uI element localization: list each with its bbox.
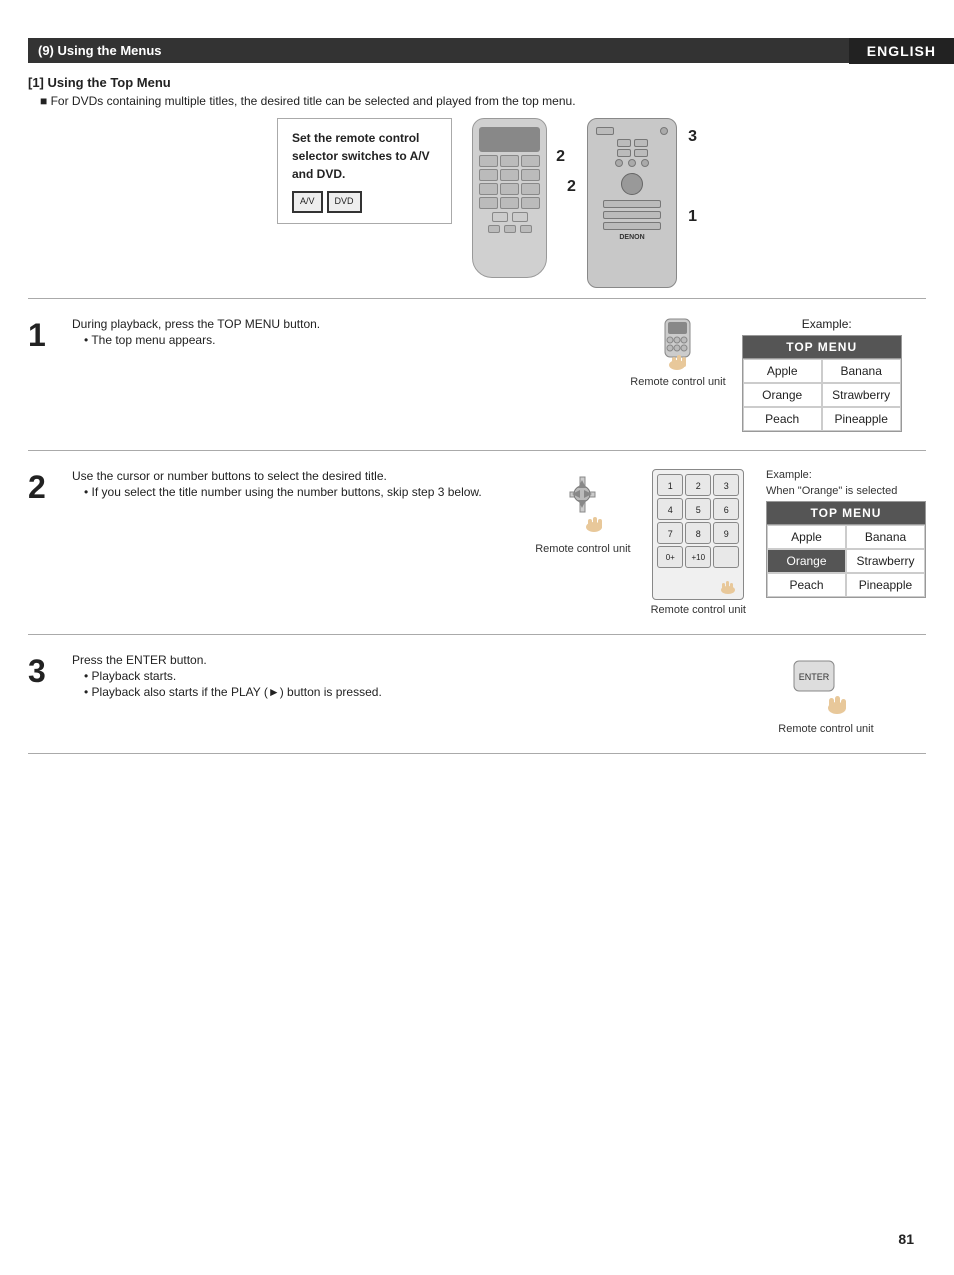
- step2-top-menu: TOP MENU Apple Banana Orange Strawberry …: [766, 501, 926, 598]
- selector-line: A/V DVD: [292, 191, 437, 213]
- step1-right: Remote control unit Example: TOP MENU Ap…: [606, 317, 926, 432]
- step2-content: Use the cursor or number buttons to sele…: [72, 469, 525, 501]
- label-3: 3: [688, 128, 697, 146]
- selector-av: A/V: [292, 191, 323, 213]
- step3-number: 3: [28, 655, 62, 687]
- step1-menu-title: TOP MENU: [743, 336, 901, 358]
- step1-remote-label: Remote control unit: [630, 376, 725, 388]
- set-remote-box: Set the remote control selector switches…: [277, 118, 452, 224]
- step2-cursor-remote: [548, 469, 618, 539]
- step2-cursor-area: Remote control unit: [535, 469, 630, 555]
- step1-bullet: • The top menu appears.: [84, 333, 596, 347]
- step2-remote-label: Remote control unit: [535, 543, 630, 555]
- label-2a: 2: [556, 148, 565, 166]
- step1-menu-grid: Apple Banana Orange Strawberry Peach Pin…: [743, 358, 901, 431]
- step3-bullet1: • Playback starts.: [84, 669, 716, 683]
- step3-bullet2: • Playback also starts if the PLAY (►) b…: [84, 685, 716, 699]
- numpad-hand-svg: [714, 570, 739, 595]
- language-header: ENGLISH: [849, 38, 954, 64]
- step1-example: Example: TOP MENU Apple Banana Orange St…: [742, 317, 902, 432]
- step2-numpad-label: Remote control unit: [651, 604, 746, 616]
- numpad-7: 7: [657, 522, 683, 544]
- step2-example-sub: When "Orange" is selected: [766, 485, 926, 497]
- step2-instruction: Use the cursor or number buttons to sele…: [72, 469, 525, 483]
- step1-remote-svg: [650, 317, 705, 372]
- menu-cell-peach2: Peach: [767, 573, 846, 597]
- left-remote-area: 2: [472, 118, 547, 278]
- numpad-5: 5: [685, 498, 711, 520]
- step2-numpad-area: 1 2 3 4 5 6 7 8 9 0+ +10: [651, 469, 746, 616]
- set-remote-text: Set the remote control selector switches…: [292, 131, 430, 181]
- numpad-grid: 1 2 3 4 5 6 7 8 9 0+ +10: [657, 474, 739, 568]
- step2-row: 2 Use the cursor or number buttons to se…: [28, 451, 926, 635]
- remote-buttons: [479, 155, 540, 209]
- numpad: 1 2 3 4 5 6 7 8 9 0+ +10: [652, 469, 744, 600]
- numpad-hand: [657, 570, 739, 595]
- step1-content: During playback, press the TOP MENU butt…: [72, 317, 596, 349]
- menu-cell-strawberry1: Strawberry: [822, 383, 901, 407]
- numpad-6: 6: [713, 498, 739, 520]
- step1-remote-area: Remote control unit: [630, 317, 725, 388]
- label-2b: 2: [567, 178, 576, 196]
- numpad-1: 1: [657, 474, 683, 496]
- menu-cell-apple2: Apple: [767, 525, 846, 549]
- step2-cursor-svg: [550, 472, 615, 537]
- step2-example: Example: When "Orange" is selected TOP M…: [766, 469, 926, 598]
- menu-cell-orange1: Orange: [743, 383, 822, 407]
- step1-instruction: During playback, press the TOP MENU butt…: [72, 317, 596, 331]
- intro-text: ■ For DVDs containing multiple titles, t…: [40, 94, 926, 108]
- numpad-9: 9: [713, 522, 739, 544]
- menu-cell-pineapple2: Pineapple: [846, 573, 925, 597]
- numpad-10plus: +10: [685, 546, 711, 568]
- subsection-title: [1] Using the Top Menu: [28, 75, 926, 90]
- left-remote: [472, 118, 547, 278]
- step2-right: Remote control unit 1 2 3 4 5 6 7 8 9: [535, 469, 926, 616]
- section-title: (9) Using the Menus: [28, 38, 926, 63]
- diagram-area: Set the remote control selector switches…: [28, 118, 926, 299]
- menu-cell-strawberry2: Strawberry: [846, 549, 925, 573]
- menu-cell-banana1: Banana: [822, 359, 901, 383]
- numpad-0plus: 0+: [657, 546, 683, 568]
- selector-dvd: DVD: [327, 191, 362, 213]
- page-number: 81: [898, 1231, 914, 1247]
- step2-example-label: Example:: [766, 469, 926, 481]
- step1-number: 1: [28, 319, 62, 351]
- step1-example-label: Example:: [802, 317, 852, 331]
- svg-text:ENTER: ENTER: [798, 672, 829, 682]
- step2-menu-grid: Apple Banana Orange Strawberry Peach Pin…: [767, 524, 925, 597]
- menu-cell-apple1: Apple: [743, 359, 822, 383]
- step3-right: ENTER Remote control unit: [726, 653, 926, 735]
- numpad-2: 2: [685, 474, 711, 496]
- step1-top-menu: TOP MENU Apple Banana Orange Strawberry …: [742, 335, 902, 432]
- step2-number: 2: [28, 471, 62, 503]
- step2-bullet: • If you select the title number using t…: [84, 485, 525, 499]
- step3-remote-label: Remote control unit: [778, 723, 873, 735]
- denon-brand: DENON: [592, 234, 672, 241]
- step2-illustrations: Remote control unit 1 2 3 4 5 6 7 8 9: [535, 469, 926, 616]
- denon-remote: DENON: [587, 118, 677, 288]
- right-remote-area: DENON 3 2 1: [587, 118, 677, 288]
- numpad-8: 8: [685, 522, 711, 544]
- step3-enter-area: ENTER: [786, 653, 866, 723]
- step1-row: 1 During playback, press the TOP MENU bu…: [28, 299, 926, 451]
- numpad-4: 4: [657, 498, 683, 520]
- label-1: 1: [688, 208, 697, 226]
- menu-cell-peach1: Peach: [743, 407, 822, 431]
- menu-cell-orange2: Orange: [767, 549, 846, 573]
- step3-instruction: Press the ENTER button.: [72, 653, 716, 667]
- numpad-3: 3: [713, 474, 739, 496]
- step3-row: 3 Press the ENTER button. • Playback sta…: [28, 635, 926, 754]
- step3-enter-svg: ENTER: [789, 656, 864, 721]
- numpad-extra: [713, 546, 739, 568]
- step2-menu-title: TOP MENU: [767, 502, 925, 524]
- menu-cell-pineapple1: Pineapple: [822, 407, 901, 431]
- step1-right-row: Remote control unit Example: TOP MENU Ap…: [630, 317, 901, 432]
- step3-content: Press the ENTER button. • Playback start…: [72, 653, 716, 701]
- step1-remote-illustration: [648, 317, 708, 372]
- menu-cell-banana2: Banana: [846, 525, 925, 549]
- remote-screen: [479, 127, 540, 152]
